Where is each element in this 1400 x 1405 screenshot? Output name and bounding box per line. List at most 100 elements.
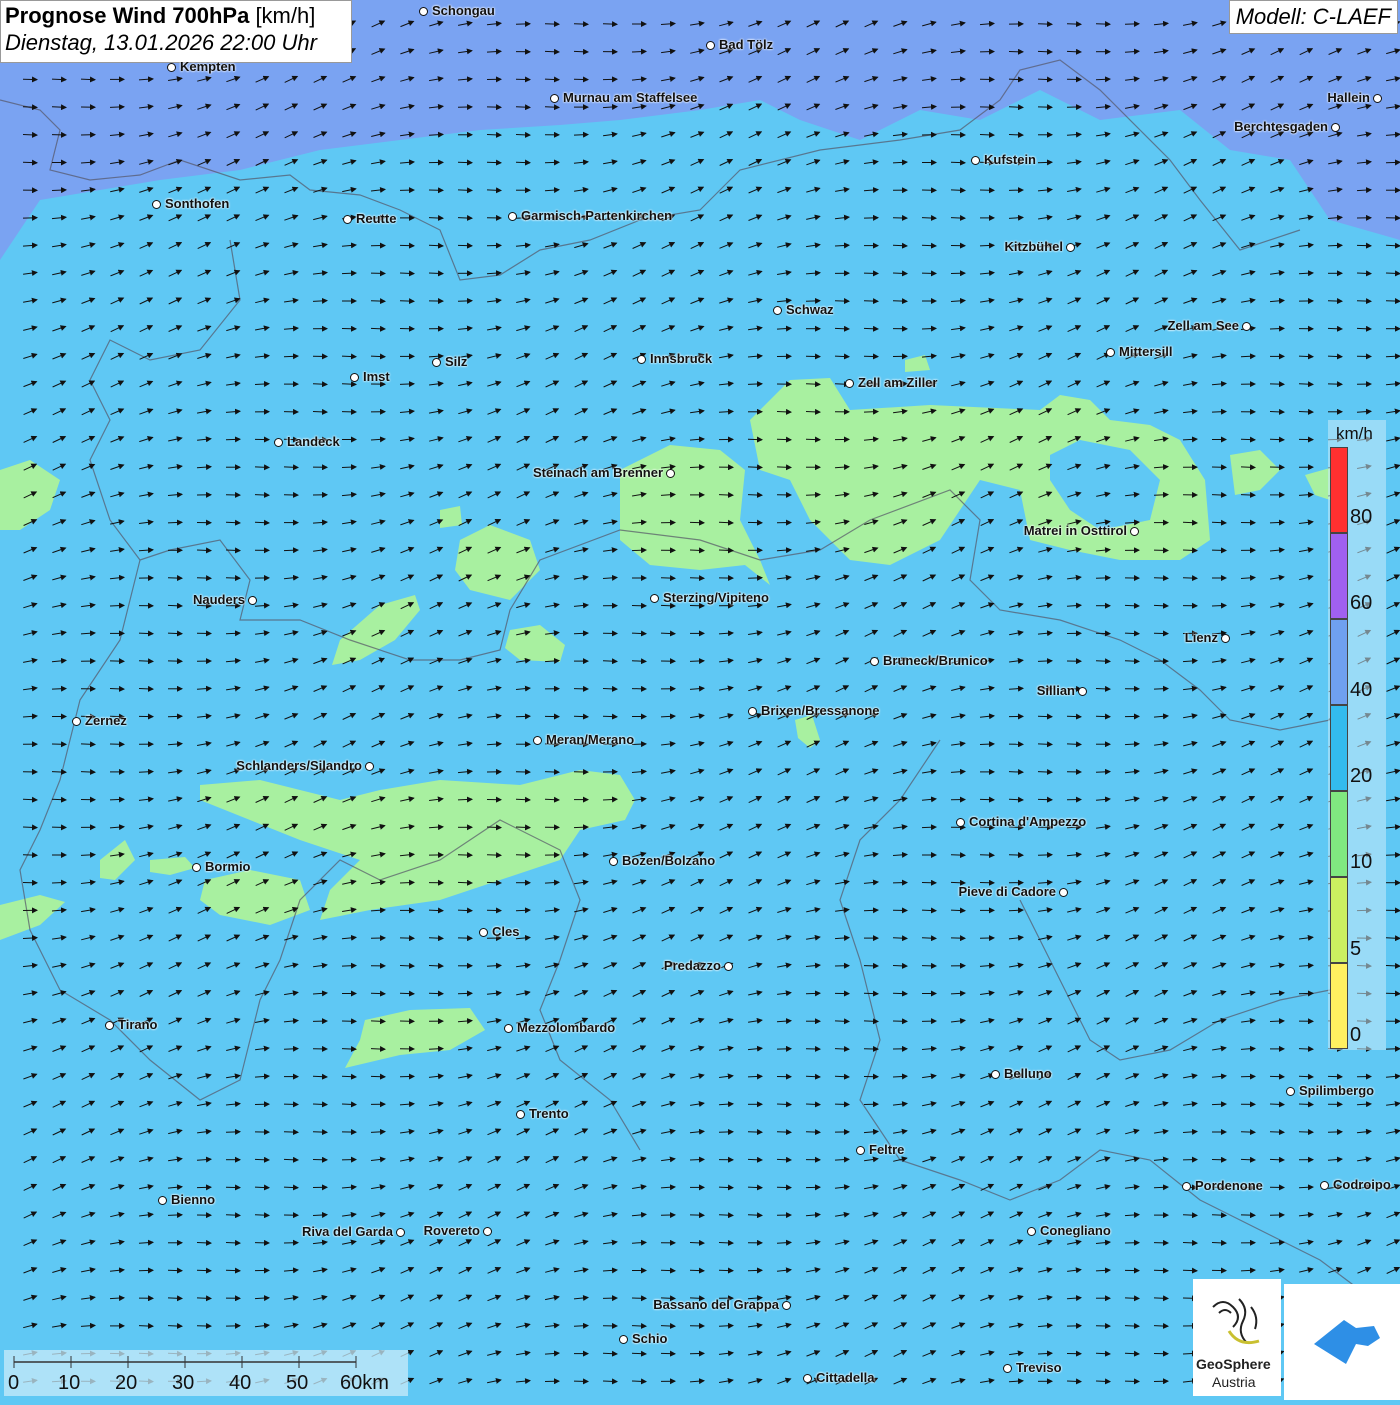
wind-arrow: [632, 550, 646, 551]
city-marker: [158, 1196, 167, 1205]
city-label: Mittersill: [1119, 344, 1172, 359]
wind-arrow: [1299, 1076, 1313, 1077]
wind-arrow: [23, 855, 37, 856]
wind-arrow: [1038, 24, 1052, 25]
wind-arrow: [1299, 1104, 1313, 1105]
wind-arrow: [835, 328, 849, 329]
wind-arrow: [922, 218, 936, 219]
wind-arrow: [52, 799, 66, 800]
wind-arrow: [951, 910, 965, 911]
wind-arrow: [487, 190, 501, 191]
wind-arrow: [545, 51, 559, 52]
wind-arrow: [1125, 1353, 1139, 1354]
wind-arrow: [1386, 966, 1400, 967]
scale-tick-label: 60km: [340, 1372, 389, 1395]
wind-arrow: [429, 938, 443, 939]
wind-arrow: [748, 467, 762, 468]
legend-color-band: [1330, 533, 1348, 619]
wind-arrow: [922, 910, 936, 911]
wind-arrow: [893, 273, 907, 274]
wind-arrow: [52, 772, 66, 773]
city-label: Codroipo: [1333, 1177, 1391, 1192]
city-marker: [1286, 1087, 1295, 1096]
wind-arrow: [603, 716, 617, 717]
scale-tick-label: 50: [286, 1372, 308, 1395]
city-marker: [1066, 243, 1075, 252]
wind-arrow: [1067, 1381, 1081, 1382]
city-marker: [666, 469, 675, 478]
wind-arrow: [255, 522, 269, 523]
wind-arrow: [1038, 79, 1052, 80]
city-label: Pieve di Cadore: [958, 884, 1056, 899]
wind-arrow: [1241, 467, 1255, 468]
city-label: Imst: [363, 369, 390, 384]
city-marker: [1242, 322, 1251, 331]
geosphere-logo-icon: [1193, 1287, 1281, 1357]
wind-arrow: [226, 439, 240, 440]
wind-arrow: [661, 1270, 675, 1271]
city-marker: [432, 358, 441, 367]
wind-arrow: [632, 1326, 646, 1327]
city-label: Mezzolombardo: [517, 1020, 615, 1035]
wind-arrow: [864, 328, 878, 329]
city-label: Matrei in Osttirol: [1024, 523, 1127, 538]
wind-arrow: [806, 384, 820, 385]
wind-arrow: [313, 1104, 327, 1105]
wind-arrow: [603, 661, 617, 662]
city-label: Bozen/Bolzano: [622, 853, 715, 868]
city-label: Cittadella: [816, 1370, 875, 1385]
scale-tick-label: 20: [115, 1372, 137, 1395]
city-marker: [773, 306, 782, 315]
wind-arrow: [1328, 356, 1342, 357]
wind-arrow: [458, 799, 472, 800]
wind-arrow: [1096, 1353, 1110, 1354]
city-label: Steinach am Brenner: [533, 465, 663, 480]
wind-arrow: [806, 1076, 820, 1077]
wind-arrow: [226, 1215, 240, 1216]
wind-arrow: [81, 772, 95, 773]
legend-color-band: [1330, 963, 1348, 1049]
wind-arrow: [487, 855, 501, 856]
wind-arrow: [690, 1270, 704, 1271]
wind-arrow: [777, 1104, 791, 1105]
scale-tick-label: 0: [8, 1372, 19, 1395]
city-label: Sonthofen: [165, 196, 229, 211]
wind-arrow: [1125, 1326, 1139, 1327]
wind-arrow: [197, 1270, 211, 1271]
city-label: Spilimbergo: [1299, 1083, 1374, 1098]
city-label: Silz: [445, 354, 467, 369]
weather-app-logo: [1284, 1284, 1400, 1400]
wind-arrow: [226, 1132, 240, 1133]
city-label: Tirano: [118, 1017, 158, 1032]
wind-arrow: [632, 1381, 646, 1382]
wind-arrow: [1328, 328, 1342, 329]
wind-arrow: [400, 993, 414, 994]
wind-arrow: [52, 689, 66, 690]
wind-arrow: [516, 107, 530, 108]
wind-arrow: [1386, 938, 1400, 939]
wind-arrow: [1096, 578, 1110, 579]
wind-arrow: [545, 79, 559, 80]
wind-arrow: [197, 1243, 211, 1244]
wind-arrow: [516, 799, 530, 800]
wind-arrow: [690, 550, 704, 551]
wind-arrow: [226, 633, 240, 634]
wind-arrow: [458, 910, 472, 911]
wind-arrow: [574, 24, 588, 25]
wind-arrow: [893, 301, 907, 302]
wind-arrow: [1386, 273, 1400, 274]
city-label: Sterzing/Vipiteno: [663, 590, 769, 605]
wind-arrow: [487, 882, 501, 883]
wind-arrow: [371, 356, 385, 357]
wind-arrow: [255, 1187, 269, 1188]
wind-arrow: [864, 412, 878, 413]
wind-arrow: [110, 107, 124, 108]
wind-arrow: [371, 301, 385, 302]
city-marker: [396, 1228, 405, 1237]
wind-arrow: [1154, 1326, 1168, 1327]
legend-color-band: [1330, 619, 1348, 705]
wind-arrow: [661, 633, 675, 634]
wind-arrow: [1038, 772, 1052, 773]
wind-arrow: [1067, 51, 1081, 52]
geosphere-country: Austria: [1212, 1374, 1256, 1390]
